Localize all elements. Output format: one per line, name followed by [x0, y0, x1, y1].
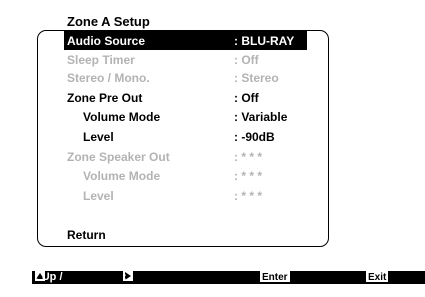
menu-item-label: Audio Source [67, 33, 146, 48]
menu-item-value: : * * * [234, 149, 263, 164]
menu-item-value: : * * * [234, 188, 263, 203]
enter-help-text: : [260, 271, 264, 283]
menu-item-value: : Off [234, 52, 259, 67]
menu-item-value: : * * * [234, 168, 263, 183]
menu-item-value: : Off [234, 90, 259, 105]
menu-item-label: Zone Pre Out [67, 90, 143, 105]
menu-item-label: Volume Mode [83, 109, 161, 124]
menu-item-pre-out-volume-mode[interactable]: Volume Mode : Variable [67, 107, 307, 126]
menu-item-value: : -90dB [234, 129, 275, 144]
menu-item-zone-speaker-out: Zone Speaker Out : * * * [67, 147, 307, 166]
menu-item-speaker-out-volume-mode: Volume Mode : * * * [67, 166, 307, 185]
menu-item-audio-source[interactable]: Audio Source : BLU-RAY [64, 31, 307, 50]
enter-key: Enter [260, 271, 290, 283]
menu-item-return[interactable]: Return [67, 225, 307, 244]
exit-help-text: : Exit [366, 271, 387, 296]
footer-help-bar: : Up / Down : Change Enter: Exit: Exit [32, 271, 425, 296]
menu-item-label: Level [83, 188, 114, 203]
menu-item-value: : Stereo [234, 70, 279, 85]
change-help-text: : Change [123, 271, 164, 296]
menu-item-label: Zone Speaker Out [67, 149, 170, 164]
menu-item-label: Level [83, 129, 114, 144]
menu-item-stereo-mono: Stereo / Mono. : Stereo [67, 68, 307, 87]
menu-item-value: : BLU-RAY [234, 33, 295, 48]
menu-item-label: Stereo / Mono. [67, 70, 150, 85]
menu-item-sleep-timer: Sleep Timer : Off [67, 50, 307, 69]
zone-a-setup-screen: Zone A Setup Audio Source : BLU-RAY Slee… [0, 0, 425, 296]
menu-item-label: Volume Mode [83, 168, 161, 183]
page-title: Zone A Setup [67, 14, 150, 29]
menu-item-zone-pre-out[interactable]: Zone Pre Out : Off [67, 88, 307, 107]
nav-help-text: : Up / Down [35, 271, 65, 296]
menu-item-value: : Variable [234, 109, 288, 124]
menu-item-speaker-out-level: Level : * * * [67, 186, 307, 205]
menu-item-label: Return [67, 227, 106, 242]
menu-item-pre-out-level[interactable]: Level : -90dB [67, 127, 307, 146]
menu-item-label: Sleep Timer [67, 52, 135, 67]
